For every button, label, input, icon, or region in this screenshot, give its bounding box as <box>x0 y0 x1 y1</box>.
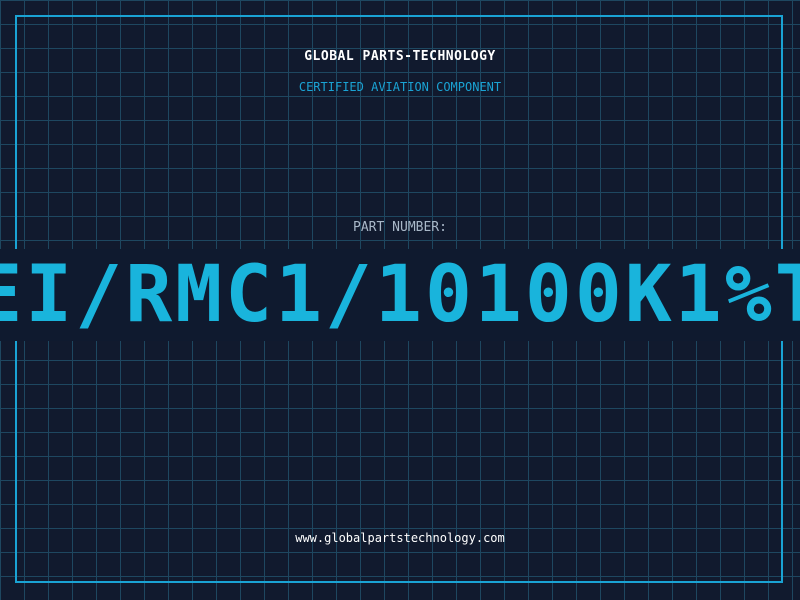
part-number-band: SEI/RMC1/10100K1%TR <box>0 249 800 341</box>
part-number-label: PART NUMBER: <box>353 220 447 235</box>
part-number-value: SEI/RMC1/10100K1%TR <box>0 250 800 340</box>
company-name: GLOBAL PARTS-TECHNOLOGY <box>304 49 496 64</box>
certification-subtitle: CERTIFIED AVIATION COMPONENT <box>298 80 502 94</box>
website-url: www.globalpartstechnology.com <box>295 531 505 545</box>
